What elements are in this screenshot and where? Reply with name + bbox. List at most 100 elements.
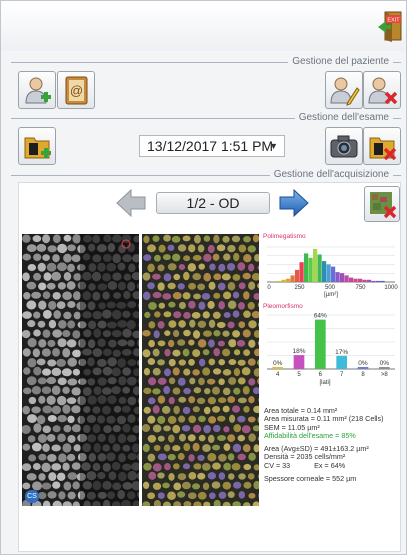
polimegatismo-bar <box>290 275 295 282</box>
cell <box>22 329 31 339</box>
cell <box>237 301 246 311</box>
endothelium-analyzed-image[interactable] <box>142 234 259 506</box>
cell <box>217 262 227 273</box>
cell <box>167 357 177 368</box>
cell <box>246 357 257 367</box>
cell <box>181 462 192 471</box>
exam-date-select[interactable]: 13/12/2017 1:51 PM ▼ <box>139 135 285 157</box>
cell <box>156 339 167 348</box>
pleomorfismo-tick: >8 <box>381 372 389 378</box>
next-image-button[interactable] <box>278 187 310 219</box>
cell <box>142 442 151 454</box>
cell <box>231 442 243 454</box>
section-acquisition: Gestione dell'acquisizione <box>11 169 401 181</box>
cell <box>147 470 158 481</box>
cell <box>191 368 201 377</box>
cell <box>48 300 57 310</box>
pleomorfismo-value-label: 18% <box>292 348 305 355</box>
image-navigator[interactable]: 1/2 - OD <box>156 192 270 214</box>
cell <box>142 366 152 377</box>
polimegatismo-bar <box>367 279 372 282</box>
cell <box>28 454 37 462</box>
delete-image-button[interactable] <box>364 186 400 222</box>
cell <box>187 395 197 405</box>
address-book-button[interactable]: @ <box>57 71 95 109</box>
cell <box>207 318 217 329</box>
endothelium-raw-image[interactable]: CS <box>22 234 139 506</box>
cell <box>151 481 163 491</box>
cell <box>153 310 162 319</box>
cell <box>42 291 51 300</box>
edit-patient-button[interactable] <box>325 71 363 109</box>
cell <box>201 481 211 492</box>
stat-spessore: Spessore corneale = 552 µm <box>264 474 357 484</box>
delete-patient-button[interactable] <box>363 71 401 109</box>
cell <box>31 386 42 395</box>
cell <box>42 309 52 319</box>
cell <box>71 405 81 414</box>
cell <box>246 472 256 481</box>
cell <box>230 234 242 244</box>
add-patient-button[interactable] <box>18 71 56 109</box>
cell <box>52 234 61 244</box>
exam-date-value: 13/12/2017 1:51 PM <box>147 138 274 154</box>
cell <box>72 330 81 339</box>
cell <box>242 462 253 472</box>
cell <box>230 461 242 472</box>
stat-cv-ex: CV = 33 Ex = 64% <box>264 460 346 470</box>
cell <box>211 252 221 262</box>
polimegatismo-bar <box>281 279 286 282</box>
cell <box>142 500 152 506</box>
cell <box>37 262 46 272</box>
cell <box>46 376 57 385</box>
cell <box>47 491 57 499</box>
cell <box>231 480 243 490</box>
cell <box>147 376 158 387</box>
cell <box>232 367 242 378</box>
delete-exam-button[interactable] <box>363 127 401 165</box>
cell <box>176 490 187 499</box>
exit-button[interactable]: EXIT <box>378 9 404 43</box>
section-acquisition-label: Gestione dell'acquisizione <box>269 169 393 181</box>
cell <box>181 234 192 243</box>
cell <box>191 405 201 414</box>
cell <box>166 490 177 501</box>
prev-image-button[interactable] <box>115 187 147 219</box>
cell <box>152 253 162 263</box>
camera-button[interactable] <box>325 127 363 165</box>
cell <box>206 243 216 255</box>
cell <box>156 452 168 462</box>
cell <box>42 329 51 338</box>
cell <box>226 299 238 311</box>
cell <box>192 292 203 301</box>
cell <box>167 471 176 482</box>
cell <box>247 451 257 462</box>
cell <box>182 328 192 338</box>
cell <box>66 339 77 348</box>
cell <box>201 461 212 472</box>
cell <box>46 395 56 405</box>
add-user-icon <box>25 77 51 104</box>
cell <box>192 462 203 471</box>
cell <box>236 358 247 367</box>
cell <box>72 349 82 358</box>
cell <box>32 462 41 471</box>
pleomorfismo-value-label: 0% <box>358 360 368 367</box>
cell <box>197 300 207 311</box>
cell <box>177 300 187 311</box>
cell <box>216 281 227 292</box>
cell <box>47 414 57 423</box>
cell <box>207 415 218 425</box>
cell <box>33 253 42 261</box>
cell <box>166 433 176 444</box>
cell <box>240 366 252 377</box>
cell <box>177 432 188 443</box>
cell <box>36 243 47 252</box>
cell <box>57 338 67 348</box>
pleomorfismo-value-label: 17% <box>335 349 348 356</box>
cell <box>247 338 257 349</box>
cell <box>42 425 51 434</box>
open-exam-button[interactable] <box>18 127 56 165</box>
cell <box>42 254 50 262</box>
cell <box>226 452 236 462</box>
